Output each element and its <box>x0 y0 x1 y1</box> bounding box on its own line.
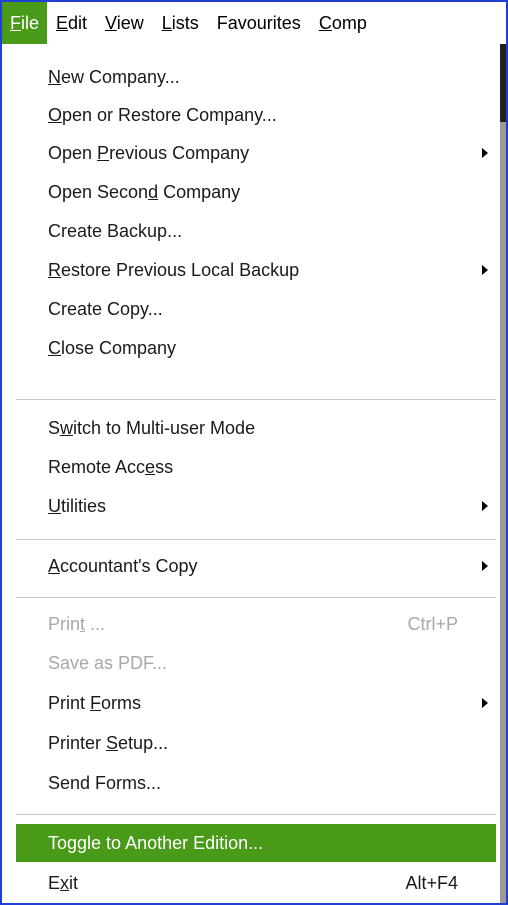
menu-separator <box>16 597 496 598</box>
menu-separator <box>16 814 496 815</box>
menu-lists[interactable]: Lists <box>153 2 208 44</box>
menu-item-print: Print ... Ctrl+P <box>16 605 496 643</box>
menu-item-toggle-edition[interactable]: Toggle to Another Edition... <box>16 824 496 862</box>
file-menu-dropdown: New Company... Open or Restore Company..… <box>2 44 503 903</box>
menu-separator <box>16 539 496 540</box>
menu-separator <box>16 399 496 400</box>
menu-item-printer-setup[interactable]: Printer Setup... <box>16 724 496 762</box>
background-scrollbar <box>500 44 506 903</box>
submenu-arrow-icon <box>482 265 488 275</box>
shortcut-label: Alt+F4 <box>405 873 458 893</box>
menu-item-save-as-pdf: Save as PDF... <box>48 653 168 673</box>
menu-item-send-forms[interactable]: Send Forms... <box>16 764 496 802</box>
menu-favourites[interactable]: Favourites <box>208 2 310 44</box>
menu-item-switch-multiuser[interactable]: Switch to Multi-user Mode <box>16 409 496 447</box>
menu-bar: File Edit View Lists Favourites Comp <box>2 2 506 44</box>
menu-item-create-backup[interactable]: Create Backup... <box>16 212 496 250</box>
menu-item-create-copy[interactable]: Create Copy... <box>16 290 496 328</box>
menu-view[interactable]: View <box>96 2 153 44</box>
shortcut-label: Ctrl+P <box>407 614 458 634</box>
menu-edit[interactable]: Edit <box>47 2 96 44</box>
menu-item-utilities[interactable]: Utilities <box>16 487 496 525</box>
menu-item-remote-access[interactable]: Remote Access <box>16 448 496 486</box>
menu-item-restore-previous-backup[interactable]: Restore Previous Local Backup <box>16 251 496 289</box>
window-frame: File Edit View Lists Favourites Comp New… <box>0 0 508 905</box>
menu-file[interactable]: File <box>2 2 48 44</box>
menu-item-exit[interactable]: Exit Alt+F4 <box>16 864 496 902</box>
submenu-arrow-icon <box>482 561 488 571</box>
menu-item-accountants-copy[interactable]: Accountant's Copy <box>16 547 496 585</box>
menu-item-open-second-company[interactable]: Open Second Company <box>16 173 496 211</box>
menu-item-open-previous-company[interactable]: Open Previous Company <box>16 134 496 172</box>
submenu-arrow-icon <box>482 501 488 511</box>
menu-item-open-restore-company[interactable]: Open or Restore Company... <box>16 96 496 134</box>
menu-item-print-forms[interactable]: Print Forms <box>16 684 496 722</box>
scrollbar-thumb <box>500 44 506 122</box>
submenu-arrow-icon <box>482 148 488 158</box>
submenu-arrow-icon <box>482 698 488 708</box>
menu-company[interactable]: Comp <box>310 2 376 44</box>
menu-item-new-company[interactable]: New Company... <box>16 58 496 96</box>
menu-item-close-company[interactable]: Close Company <box>16 329 496 367</box>
